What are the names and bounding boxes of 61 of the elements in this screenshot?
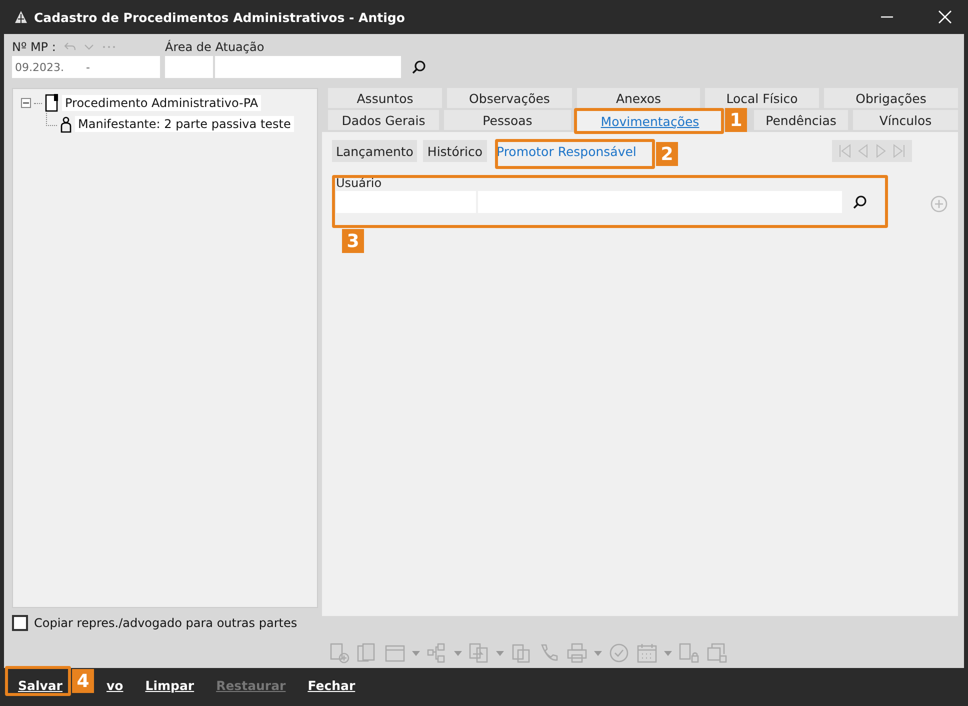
dropdown-caret-icon[interactable]	[412, 650, 420, 656]
mp-label: Nº MP :	[12, 40, 56, 54]
area-code-field[interactable]	[165, 56, 213, 78]
previous-icon[interactable]	[856, 144, 870, 158]
action-button[interactable]: Limpar	[137, 674, 202, 696]
user-label: Usuário	[336, 176, 383, 190]
subtab[interactable]: Promotor Responsável	[492, 140, 640, 162]
action-button[interactable]: Fechar	[300, 674, 364, 696]
tab[interactable]: Vínculos	[853, 110, 958, 130]
dropdown-caret-icon[interactable]	[454, 650, 462, 656]
next-icon[interactable]	[874, 144, 888, 158]
checkbox[interactable]	[12, 615, 28, 631]
tab[interactable]: Observações	[447, 88, 572, 108]
tree-item[interactable]: Procedimento Administrativo-PA	[62, 95, 262, 111]
pyramid-icon	[14, 10, 28, 24]
person-icon	[60, 116, 72, 132]
action-button[interactable]: Salvar	[10, 674, 70, 696]
action-button[interactable]: vo	[98, 674, 132, 696]
user-code-field[interactable]	[336, 191, 476, 213]
first-icon[interactable]	[838, 144, 852, 158]
collapse-toggle[interactable]	[21, 98, 31, 108]
tab[interactable]: Assuntos	[328, 88, 442, 108]
transfer-icon[interactable]	[468, 642, 490, 664]
tab[interactable]: Pendências	[754, 110, 848, 130]
check-circle-icon[interactable]	[608, 642, 630, 664]
callout-number: 1	[725, 108, 747, 132]
close-icon[interactable]	[938, 10, 952, 24]
tree-item[interactable]: Manifestante: 2 parte passiva teste	[75, 116, 294, 132]
callout-number: 4	[72, 669, 94, 693]
callout-number: 3	[342, 229, 364, 253]
callout-number: 2	[656, 142, 678, 166]
subtab[interactable]: Lançamento	[332, 140, 418, 162]
tab[interactable]: Anexos	[577, 88, 700, 108]
window-title: Cadastro de Procedimentos Administrativos - Antigo	[34, 10, 405, 24]
tab[interactable]: Pessoas	[444, 110, 571, 130]
dropdown-caret-icon[interactable]	[594, 650, 602, 656]
last-icon[interactable]	[892, 144, 906, 158]
area-label: Área de Atuação	[165, 40, 266, 54]
more-icon[interactable]	[102, 45, 116, 49]
checkbox-label: Copiar repres./advogado para outras partes	[34, 616, 298, 630]
doc-plus-icon[interactable]	[328, 642, 350, 664]
search-icon[interactable]	[852, 194, 868, 210]
calendar-icon[interactable]	[636, 642, 658, 664]
printer-icon[interactable]	[566, 642, 588, 664]
dropdown-caret-icon[interactable]	[664, 650, 672, 656]
mp-number-field[interactable]: 09.2023. -	[12, 56, 160, 78]
callout-frame	[5, 666, 71, 696]
add-icon[interactable]	[930, 195, 948, 213]
dropdown-caret-icon[interactable]	[496, 650, 504, 656]
stack-lock-icon[interactable]	[706, 642, 728, 664]
chevron-down-icon[interactable]	[84, 43, 94, 51]
subtab[interactable]: Histórico	[423, 140, 486, 162]
tab[interactable]: Obrigações	[824, 88, 958, 108]
undo-icon[interactable]	[64, 42, 76, 52]
document-icon	[45, 94, 59, 112]
tab[interactable]: Local Físico	[705, 88, 819, 108]
area-name-field[interactable]	[215, 56, 401, 78]
tab[interactable]: Dados Gerais	[328, 110, 439, 130]
search-icon[interactable]	[411, 59, 427, 75]
clipboard-icon[interactable]	[510, 642, 532, 664]
doc-lock-icon[interactable]	[678, 642, 700, 664]
